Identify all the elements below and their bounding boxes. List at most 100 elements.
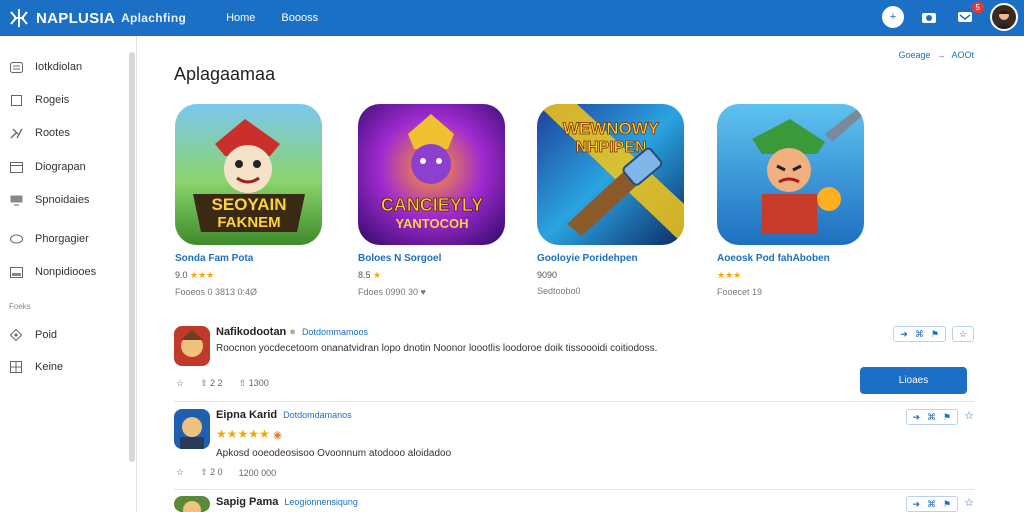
app-rating: 9090 xyxy=(537,270,558,280)
review-rating-stars-icon: ★★★★★ ◉ xyxy=(216,427,282,441)
app-name[interactable]: Aoeosk Pod fahAboben xyxy=(717,253,867,264)
star-icon[interactable]: ☆ xyxy=(964,496,974,512)
reply-icon[interactable]: ➜ xyxy=(913,412,921,423)
box-icon xyxy=(9,265,23,279)
app-rating: 8.5 ★ xyxy=(358,270,382,280)
thumbs-down-icon[interactable]: ⇧ 1300 xyxy=(239,378,269,389)
review-author[interactable]: Nafikodootan ● Dotdommamoos xyxy=(216,326,368,338)
app-icon-1[interactable]: SEOYAIN FAKNEM xyxy=(175,104,322,245)
sidebar-item-7[interactable]: Nonpidiooes xyxy=(9,265,96,279)
review-actions: ☆ ⇧ 2 0 1200 000 xyxy=(176,467,276,478)
app-icon-2-line1: CANCIEYLY xyxy=(381,195,483,215)
messages-button[interactable]: 5 xyxy=(954,2,984,28)
add-button[interactable]: + xyxy=(882,6,904,28)
plus-icon: + xyxy=(889,11,897,23)
grid-icon xyxy=(9,360,23,374)
review-star-button[interactable]: ☆ xyxy=(951,326,974,342)
nav-home[interactable]: Home xyxy=(226,12,255,24)
review-tool-group[interactable]: ➜ ⌘ ⚑ xyxy=(905,496,959,512)
flag-icon[interactable]: ⚑ xyxy=(931,329,939,340)
review-tool-group[interactable]: ➜ ⌘ ⚑ xyxy=(893,326,946,342)
logo-icon xyxy=(10,9,28,27)
sidebar-item-label: Rootes xyxy=(35,127,70,139)
review-tag: Dotdomdamanos xyxy=(283,410,352,420)
sidebar-section-title: Foeks xyxy=(9,302,31,311)
flag-icon[interactable]: ⚑ xyxy=(943,499,951,510)
favorite-star-icon[interactable]: ☆ xyxy=(176,467,184,478)
rating-stars-icon: ★ xyxy=(373,270,382,280)
app-name[interactable]: Boloes N Sorgoel xyxy=(358,253,508,264)
reply-icon[interactable]: ➜ xyxy=(900,329,908,340)
camera-icon xyxy=(922,13,936,23)
messages-icon xyxy=(958,12,972,22)
review-author[interactable]: Eipna Karid Dotdomdamanos xyxy=(216,409,352,421)
app-card-2[interactable]: CANCIEYLY YANTOCOH Boloes N Sorgoel 8.5 … xyxy=(358,104,508,297)
review-tool-group[interactable]: ➜ ⌘ ⚑ xyxy=(905,409,959,425)
sidebar-item-8[interactable]: Poid xyxy=(9,328,57,342)
badge-icon: ◉ xyxy=(273,430,282,441)
app-rating: ★★★ xyxy=(717,270,867,281)
square-icon xyxy=(9,93,23,107)
sidebar-item-9[interactable]: Keine xyxy=(9,360,63,374)
top-link-2[interactable]: AOOt xyxy=(951,50,974,60)
review-tag: Leogionnensiqung xyxy=(284,497,358,507)
sidebar-item-6[interactable]: Phorgagier xyxy=(9,232,89,246)
app-name[interactable]: Gooloyie Poridehpen xyxy=(537,253,687,264)
app-rating: 9.0 ★★★ xyxy=(175,270,215,280)
notification-badge: 5 xyxy=(971,2,984,13)
brand-logo[interactable]: NAPLUSIA Aplachfing xyxy=(8,7,186,29)
nav-second[interactable]: Boooss xyxy=(281,12,318,24)
thumbs-up-icon[interactable]: ⇧ 2 0 xyxy=(200,467,223,478)
camera-button[interactable] xyxy=(918,6,940,28)
app-card-4[interactable]: Aoeosk Pod fahAboben ★★★ Fooecet 19 xyxy=(717,104,867,297)
primary-action-button[interactable]: Lioaes xyxy=(860,367,967,394)
sidebar-item-3[interactable]: Rootes xyxy=(9,126,70,140)
review-author[interactable]: Sapig Pama Leogionnensiqung xyxy=(216,496,358,508)
sidebar-item-4[interactable]: Diograpan xyxy=(9,160,86,174)
favorite-star-icon[interactable]: ☆ xyxy=(176,378,184,389)
app-icon-1-line1: SEOYAIN xyxy=(212,195,287,214)
app-icon-2[interactable]: CANCIEYLY YANTOCOH xyxy=(358,104,505,245)
star-icon: ☆ xyxy=(958,328,967,339)
brand-name: NAPLUSIA xyxy=(36,9,116,27)
share-icon[interactable]: ⌘ xyxy=(927,499,936,510)
flag-icon[interactable]: ⚑ xyxy=(943,412,951,423)
review-1: Nafikodootan ● Dotdommamoos Roocnon yocdec… xyxy=(174,326,974,396)
star-icon[interactable]: ☆ xyxy=(964,409,974,425)
app-name[interactable]: Sonda Fam Pota xyxy=(175,253,325,264)
thumbs-down-icon[interactable]: 1200 000 xyxy=(239,468,277,478)
review-tools: ➜ ⌘ ⚑ ☆ xyxy=(893,326,974,342)
review-avatar[interactable] xyxy=(174,496,210,512)
app-icon-3[interactable]: WEWNOWY NHPIPEN xyxy=(537,104,684,245)
sidebar-item-1[interactable]: Iotkdiolan xyxy=(9,60,82,74)
verified-icon: ● xyxy=(289,326,296,338)
top-link-1[interactable]: Goeage xyxy=(898,50,930,60)
review-text: Apkosd ooeodeosisoo Ovoonnum atodooo alo… xyxy=(216,448,452,459)
share-icon[interactable]: ⌘ xyxy=(915,329,924,340)
sidebar-item-label: Spnoidaies xyxy=(35,194,90,206)
review-avatar[interactable] xyxy=(174,326,210,366)
review-tag: Dotdommamoos xyxy=(301,327,368,337)
reply-icon[interactable]: ➜ xyxy=(913,499,921,510)
thumbs-up-icon[interactable]: ⇧ 2 2 xyxy=(200,378,223,389)
sidebar-item-label: Iotkdiolan xyxy=(35,61,83,73)
sidebar-item-5[interactable]: Spnoidaies xyxy=(9,193,89,207)
diamond-icon xyxy=(9,328,23,342)
chat-icon xyxy=(9,232,23,246)
sidebar-item-2[interactable]: Rogeis xyxy=(9,93,69,107)
app-icon-2-line2: YANTOCOH xyxy=(396,216,469,231)
sidebar-item-label: Poid xyxy=(35,329,58,341)
top-links: Goeage → AOOt xyxy=(898,50,974,60)
monitor-icon xyxy=(9,193,23,207)
app-meta: Fooecet 19 xyxy=(717,287,763,297)
app-card-1[interactable]: SEOYAIN FAKNEM Sonda Fam Pota 9.0 ★★★ Fo… xyxy=(175,104,325,297)
share-icon[interactable]: ⌘ xyxy=(927,412,936,423)
review-3: Sapig Pama Leogionnensiqung ➜ ⌘ ⚑ ☆ xyxy=(174,496,974,512)
app-icon-4[interactable] xyxy=(717,104,864,245)
sidebar-scrollbar[interactable] xyxy=(129,52,135,462)
app-card-3[interactable]: WEWNOWY NHPIPEN Gooloyie Poridehpen 9090… xyxy=(537,104,687,296)
user-avatar[interactable] xyxy=(990,3,1018,31)
brand-subtitle: Aplachfing xyxy=(121,11,187,25)
review-avatar[interactable] xyxy=(174,409,210,449)
app-meta: Fooeos 0 3813 0:4Ø xyxy=(175,287,258,297)
